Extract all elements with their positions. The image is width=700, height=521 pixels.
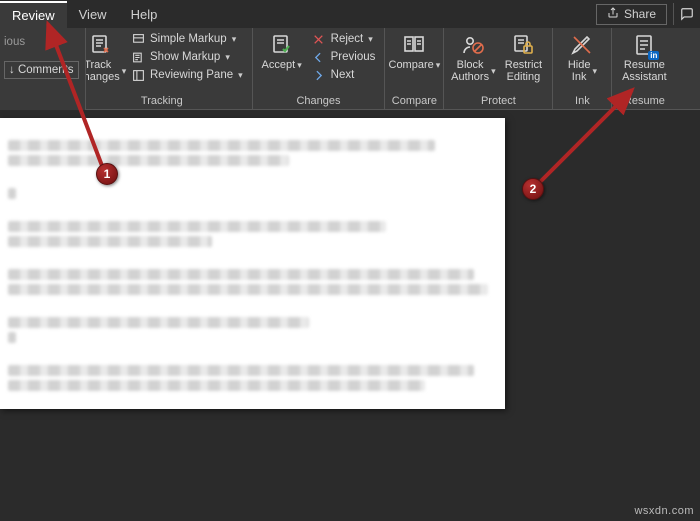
callout-2: 2 (522, 178, 544, 200)
previous-icon (312, 50, 326, 64)
linkedin-badge-icon: in (648, 51, 659, 60)
show-markup-dropdown[interactable]: Show Markup ▾ (128, 49, 246, 65)
title-tab-bar: Review View Help Share (0, 0, 700, 28)
share-button[interactable]: Share (596, 4, 667, 25)
group-resume: in Resume Assistant Resume (612, 28, 676, 109)
compare-label: Compare▾ (389, 59, 441, 71)
compare-icon (401, 32, 427, 58)
group-compare-label: Compare (391, 94, 437, 109)
track-changes-icon (88, 32, 114, 58)
next-change-button[interactable]: Next (309, 67, 379, 83)
previous-comment-fragment[interactable]: ious (4, 36, 79, 48)
resume-assistant-button[interactable]: in Resume Assistant (618, 30, 670, 83)
comments-group-fragment: ious ↓ Comments (0, 28, 86, 110)
resume-assistant-icon: in (631, 32, 657, 58)
group-ink-label: Ink (559, 94, 605, 109)
reject-icon (312, 32, 326, 46)
block-authors-label: Block Authors▾ (451, 59, 495, 83)
group-tracking: Track Changes▾ Simple Markup ▾ Show Mark… (72, 28, 253, 109)
callout-1: 1 (96, 163, 118, 185)
group-compare: Compare▾ Compare (385, 28, 444, 109)
accept-icon (269, 32, 295, 58)
block-authors-icon (460, 32, 486, 58)
chevron-down-icon: ▾ (225, 52, 230, 63)
group-protect-label: Protect (450, 94, 546, 109)
reject-button[interactable]: Reject ▾ (309, 31, 379, 47)
group-protect: Block Authors▾ Restrict Editing Protect (444, 28, 553, 109)
tab-view[interactable]: View (67, 2, 119, 27)
group-changes-label: Changes (259, 94, 379, 109)
document-page (0, 118, 505, 409)
reviewing-pane-icon (131, 68, 145, 82)
restrict-editing-icon (510, 32, 536, 58)
watermark: wsxdn.com (634, 505, 694, 517)
block-authors-button[interactable]: Block Authors▾ (450, 30, 496, 83)
accept-button[interactable]: Accept▾ (259, 30, 305, 71)
hide-ink-button[interactable]: Hide Ink▾ (559, 30, 605, 83)
previous-change-button[interactable]: Previous (309, 49, 379, 65)
tab-help[interactable]: Help (119, 2, 170, 27)
chevron-down-icon: ▾ (232, 34, 237, 45)
share-icon (607, 7, 619, 22)
chevron-down-icon: ▾ (238, 70, 243, 81)
restrict-editing-button[interactable]: Restrict Editing (500, 30, 546, 83)
group-tracking-label: Tracking (78, 94, 246, 109)
tab-review[interactable]: Review (0, 1, 67, 28)
compare-button[interactable]: Compare▾ (391, 30, 437, 71)
show-comments-button[interactable]: ↓ Comments (4, 61, 79, 79)
hide-ink-label: Hide Ink▾ (568, 59, 597, 83)
ribbon: Track Changes▾ Simple Markup ▾ Show Mark… (0, 28, 700, 110)
next-icon (312, 68, 326, 82)
display-for-review-dropdown[interactable]: Simple Markup ▾ (128, 31, 246, 47)
reviewing-pane-dropdown[interactable]: Reviewing Pane ▾ (128, 67, 246, 83)
group-changes: Accept▾ Reject ▾ Previous Next Changes (253, 28, 386, 109)
comment-icon (680, 7, 694, 21)
restrict-editing-label: Restrict Editing (505, 59, 542, 83)
share-label: Share (624, 7, 656, 21)
hide-ink-icon (569, 32, 595, 58)
resume-assistant-label: Resume Assistant (622, 59, 667, 83)
group-resume-label: Resume (618, 94, 670, 109)
chevron-down-icon: ▾ (368, 34, 373, 45)
group-ink: Hide Ink▾ Ink (553, 28, 612, 109)
comments-pane-toggle[interactable] (673, 3, 700, 25)
accept-label: Accept▾ (262, 59, 302, 71)
markup-view-icon (131, 32, 145, 46)
show-markup-icon (131, 50, 145, 64)
